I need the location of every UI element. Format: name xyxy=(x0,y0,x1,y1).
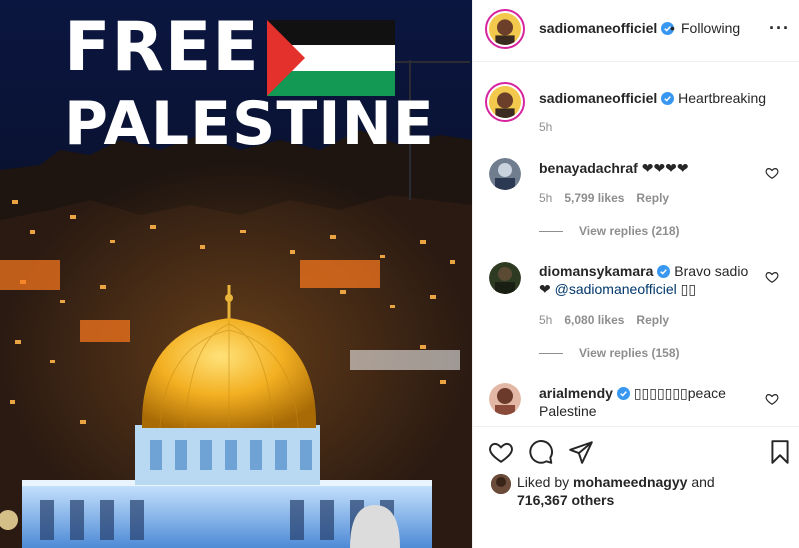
caption-text: sadiomaneofficiel Heartbreaking xyxy=(539,89,789,107)
comments-list: sadiomaneofficiel Heartbreaking 5h benay… xyxy=(473,63,799,426)
liked-by-summary: Liked by mohameednagyy and 716,367 other… xyxy=(517,473,715,509)
send-icon[interactable] xyxy=(568,439,594,465)
view-replies-label: View replies (158) xyxy=(579,346,680,360)
headline-palestine: PALESTINE xyxy=(64,89,435,159)
comment-text: benayadachraf ❤❤❤❤ xyxy=(539,159,759,177)
liked-by-user-link[interactable]: mohameednagyy xyxy=(573,474,687,490)
comment-like-heart-icon[interactable] xyxy=(765,270,779,284)
comment-meta: 5h 6,080 likes Reply xyxy=(539,313,681,327)
verified-icon xyxy=(657,265,671,278)
author-avatar-image xyxy=(489,13,521,45)
post-header: sadiomaneofficiel • Following ··· xyxy=(473,0,799,62)
heart-icon[interactable] xyxy=(488,439,514,465)
caption-username[interactable]: sadiomaneofficiel xyxy=(539,90,657,106)
view-replies-label: View replies (218) xyxy=(579,224,680,238)
palestine-flag xyxy=(267,20,395,96)
comment-body: Bravo sadio xyxy=(674,263,749,279)
comment-avatar-image xyxy=(489,262,521,294)
comment-suffix: ▯▯ xyxy=(680,281,697,297)
author-avatar[interactable] xyxy=(485,9,525,49)
comment-text: diomansykamara Bravo sadio ❤ @sadiomaneo… xyxy=(539,262,759,298)
comment-time[interactable]: 5h xyxy=(539,191,552,205)
liked-by-avatar-image xyxy=(491,474,511,494)
caption-avatar-image xyxy=(489,86,521,118)
caption-avatar[interactable] xyxy=(485,82,525,122)
comment-likes[interactable]: 5,799 likes xyxy=(564,191,624,205)
liked-by-and: and xyxy=(691,474,715,490)
comment-body: ❤❤❤❤ xyxy=(641,160,689,176)
replies-divider xyxy=(539,353,563,355)
comment-avatar[interactable] xyxy=(489,383,521,415)
caption-time[interactable]: 5h xyxy=(539,120,552,134)
comment-mention-link[interactable]: @sadiomaneofficiel xyxy=(555,281,677,297)
likes-count-link[interactable]: 716,367 others xyxy=(517,492,614,508)
comment-username[interactable]: arialmendy xyxy=(539,385,613,401)
more-horizontal-icon[interactable]: ··· xyxy=(769,18,790,39)
comment-like-heart-icon[interactable] xyxy=(765,166,779,180)
reply-button[interactable]: Reply xyxy=(636,191,669,205)
comment-username[interactable]: diomansykamara xyxy=(539,263,653,279)
comment-text: arialmendy ▯▯▯▯▯▯▯peace Palestine xyxy=(539,384,759,420)
post-actions: Liked by mohameednagyy and 716,367 other… xyxy=(473,426,799,548)
post-photo[interactable]: FREE PALESTINE xyxy=(0,0,472,548)
comment-body-line2: Palestine xyxy=(539,403,597,419)
header-username-row: sadiomaneofficiel xyxy=(539,20,675,36)
instagram-post-view: FREE PALESTINE sadiomaneofficiel • Follo… xyxy=(0,0,799,548)
replies-divider xyxy=(539,231,563,233)
header-username[interactable]: sadiomaneofficiel xyxy=(539,20,657,36)
verified-icon xyxy=(616,387,630,400)
liked-by-prefix: Liked by xyxy=(517,474,570,490)
reply-button[interactable]: Reply xyxy=(636,313,669,327)
comment-body: ▯▯▯▯▯▯▯peace xyxy=(633,385,726,401)
view-replies-button[interactable]: View replies (158) xyxy=(539,346,680,360)
verified-icon xyxy=(661,92,675,105)
comment-avatar-image xyxy=(489,158,521,190)
following-button[interactable]: Following xyxy=(681,20,740,36)
view-replies-button[interactable]: View replies (218) xyxy=(539,224,680,238)
comment-like-heart-icon[interactable] xyxy=(765,392,779,406)
comment-likes[interactable]: 6,080 likes xyxy=(564,313,624,327)
comment-time[interactable]: 5h xyxy=(539,313,552,327)
comment-avatar[interactable] xyxy=(489,262,521,294)
comment-avatar-image xyxy=(489,383,521,415)
comment-icon[interactable] xyxy=(528,439,554,465)
caption-meta: 5h xyxy=(539,120,564,134)
bookmark-icon[interactable] xyxy=(767,439,793,465)
comment-avatar[interactable] xyxy=(489,158,521,190)
comment-username[interactable]: benayadachraf xyxy=(539,160,638,176)
caption-body: Heartbreaking xyxy=(678,90,767,106)
comment-meta: 5h 5,799 likes Reply xyxy=(539,191,681,205)
liked-by-avatar[interactable] xyxy=(491,474,511,494)
header-separator: • xyxy=(670,20,675,36)
headline-free: FREE xyxy=(64,8,260,87)
post-side-panel: sadiomaneofficiel • Following ··· sadiom… xyxy=(472,0,799,548)
comment-heart: ❤ xyxy=(539,281,551,297)
